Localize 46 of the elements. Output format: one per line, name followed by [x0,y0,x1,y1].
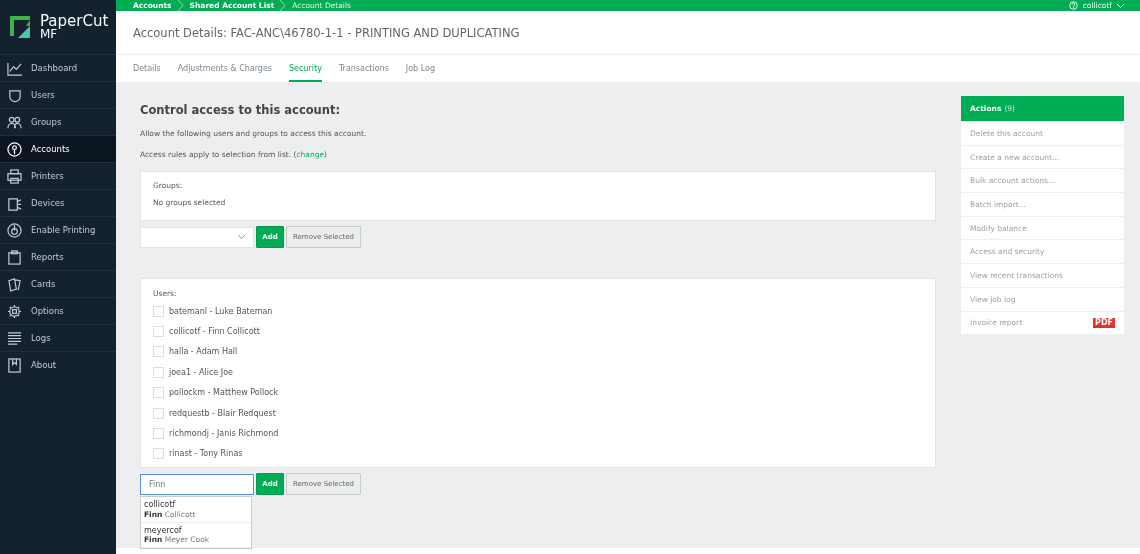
checkbox[interactable] [153,326,164,338]
printer-icon [7,168,22,184]
group-select[interactable] [140,226,254,248]
checkbox[interactable] [153,346,164,358]
tab[interactable]: Details [133,55,161,82]
checkbox[interactable] [153,305,164,317]
copier-icon [7,195,22,211]
book-icon [7,357,22,373]
chevron-icon [177,0,184,11]
user-label: richmondj - Janis Richmond [169,429,279,439]
tab[interactable]: Job Log [405,55,435,82]
help-icon[interactable] [1068,1,1078,10]
checkbox[interactable] [153,428,164,440]
user-label: redquestb - Blair Redquest [169,408,276,418]
settings-icon [7,303,22,319]
user-label: rinast - Tony Rinas [169,449,243,459]
chevron-icon [280,0,287,11]
checkbox[interactable] [153,448,164,460]
user-label: collicotf - Finn Collicott [169,327,260,337]
tab[interactable]: Security [289,55,322,82]
logo-name: PaperCut [40,14,109,29]
people-icon [7,114,22,130]
tab[interactable]: Adjustments & Charges [177,55,273,82]
chevron-down-icon[interactable] [1117,3,1124,8]
list-icon [7,330,22,346]
checkbox[interactable] [153,366,164,378]
keyhole-icon [7,141,22,157]
user-search-field[interactable]: Finn [140,473,254,495]
sidebar-item[interactable]: Accounts [0,135,116,162]
tab[interactable]: Transactions [338,55,389,82]
pdf-icon: PDF [1093,317,1115,328]
cards-icon [7,276,22,292]
clipboard-icon [7,249,22,265]
page-title: Account Details: FAC-ANC\46780-1-1 - PRINTING AND DUPLICATING [133,25,520,40]
checkbox[interactable] [153,387,164,399]
shield-icon [7,87,22,103]
user-label: joea1 - Alice Joe [169,367,233,377]
user-label: batemanl - Luke Bateman [169,306,273,316]
section-title: Control access to this account: [140,103,342,117]
user-label: pollockm - Matthew Pollock [169,388,279,398]
logo-edition: MF [40,28,58,40]
chart-icon [7,60,22,76]
user-label: halla - Adam Hall [169,347,238,357]
power-icon [7,222,22,238]
chevron-down-icon [238,235,245,239]
checkbox[interactable] [153,407,164,419]
